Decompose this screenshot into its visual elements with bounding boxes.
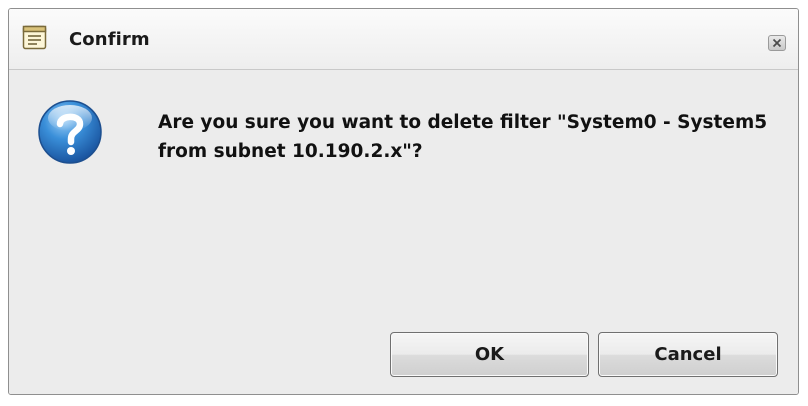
dialog-title: Confirm (69, 29, 150, 50)
confirm-dialog: Confirm Are you sure you want to delete … (8, 8, 799, 395)
document-icon (22, 25, 47, 50)
close-button[interactable] (768, 35, 786, 51)
dialog-body: Are you sure you want to delete filter "… (9, 70, 798, 394)
close-icon (772, 38, 782, 48)
title-bar[interactable]: Confirm (9, 9, 798, 70)
question-icon (37, 99, 103, 165)
ok-button[interactable]: OK (390, 332, 589, 377)
cancel-button[interactable]: Cancel (598, 332, 778, 377)
confirm-message: Are you sure you want to delete filter "… (158, 112, 768, 162)
